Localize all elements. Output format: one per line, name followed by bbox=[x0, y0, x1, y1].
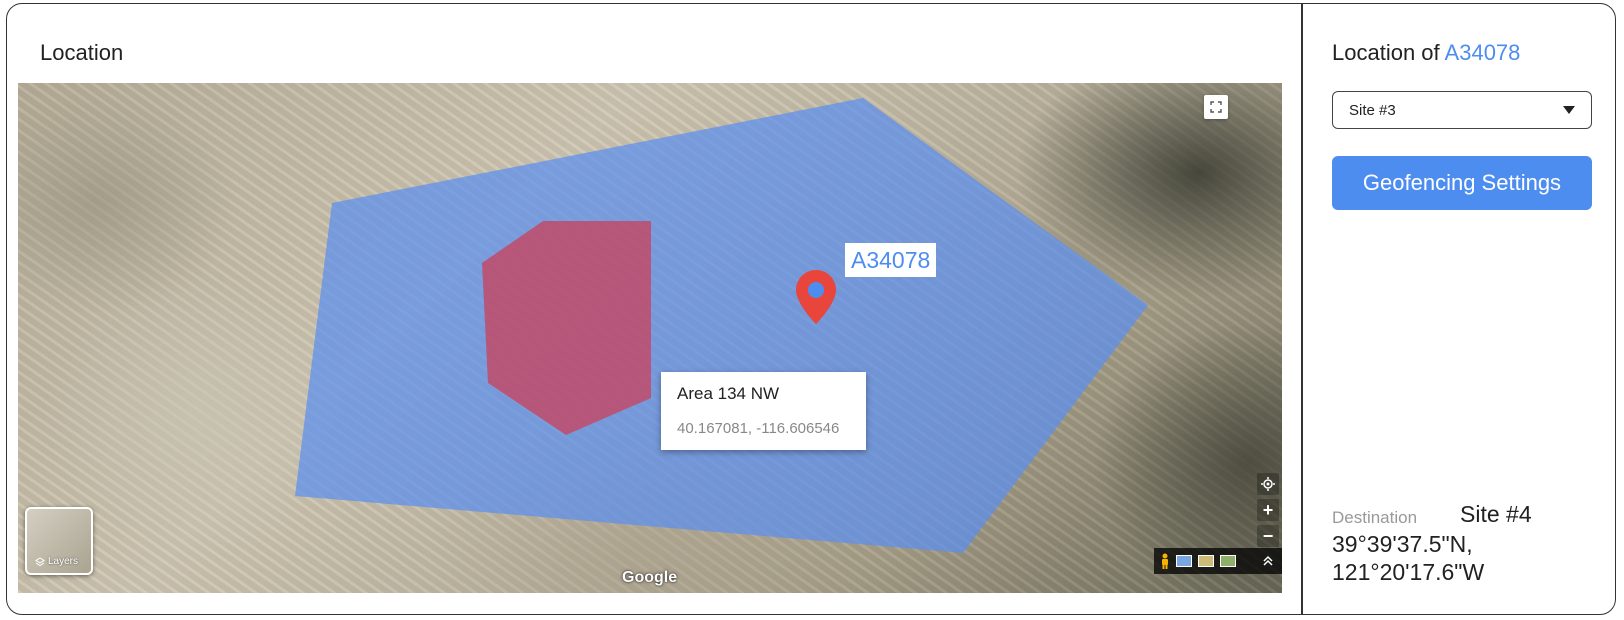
plus-icon: + bbox=[1262, 499, 1274, 520]
area-name: Area 134 NW bbox=[677, 384, 780, 403]
site-select[interactable]: Site #3 bbox=[1332, 91, 1592, 129]
pegman-icon[interactable] bbox=[1160, 553, 1170, 569]
destination-label: Destination bbox=[1332, 508, 1418, 527]
layers-button[interactable]: Layers bbox=[25, 507, 93, 575]
caret-down-icon bbox=[1563, 106, 1575, 114]
chevron-up-icon[interactable] bbox=[1262, 555, 1274, 567]
geofence-blue-area bbox=[295, 98, 1148, 553]
crosshair-icon bbox=[1261, 477, 1275, 491]
my-location-button[interactable] bbox=[1257, 473, 1279, 495]
site-select-value: Site #3 bbox=[1349, 101, 1396, 119]
asset-id: A34078 bbox=[1444, 40, 1521, 65]
area-coordinates: 40.167081, -116.606546 bbox=[677, 420, 840, 437]
zoom-in-button[interactable]: + bbox=[1257, 499, 1279, 521]
fullscreen-button[interactable] bbox=[1204, 95, 1228, 119]
map-controls: + − bbox=[1255, 473, 1281, 547]
area-info-box: Area 134 NW 40.167081, -116.606546 bbox=[661, 372, 866, 450]
destination-site: Site #4 bbox=[1460, 501, 1532, 527]
satellite-type-tile[interactable] bbox=[1220, 555, 1236, 567]
title-prefix: Location of bbox=[1332, 40, 1445, 65]
minus-icon: − bbox=[1262, 525, 1274, 546]
zoom-out-button[interactable]: − bbox=[1257, 525, 1279, 547]
asset-tag-label: A34078 bbox=[845, 243, 937, 277]
location-pin-icon[interactable] bbox=[794, 268, 838, 328]
map-type-bar bbox=[1154, 548, 1282, 574]
map-type-tile[interactable] bbox=[1176, 555, 1192, 567]
location-card: Location A34078 Area 134 NW 40.167081, -… bbox=[6, 3, 1616, 615]
panel-divider bbox=[1301, 4, 1303, 614]
geofence-overlay bbox=[295, 98, 1148, 553]
destination-coordinates: 39°39'37.5"N, 121°20'17.6"W bbox=[1332, 531, 1485, 585]
terrain-type-tile[interactable] bbox=[1198, 555, 1214, 567]
location-heading: Location bbox=[40, 40, 124, 65]
geofencing-settings-button[interactable]: Geofencing Settings bbox=[1332, 156, 1592, 210]
satellite-map[interactable]: A34078 Area 134 NW 40.167081, -116.60654… bbox=[18, 83, 1282, 593]
google-logo: Google bbox=[622, 569, 678, 586]
asset-location-title: Location of A34078 bbox=[1332, 40, 1520, 66]
layers-label: Layers bbox=[48, 556, 79, 567]
layers-icon bbox=[35, 556, 45, 566]
fullscreen-icon bbox=[1210, 101, 1222, 113]
